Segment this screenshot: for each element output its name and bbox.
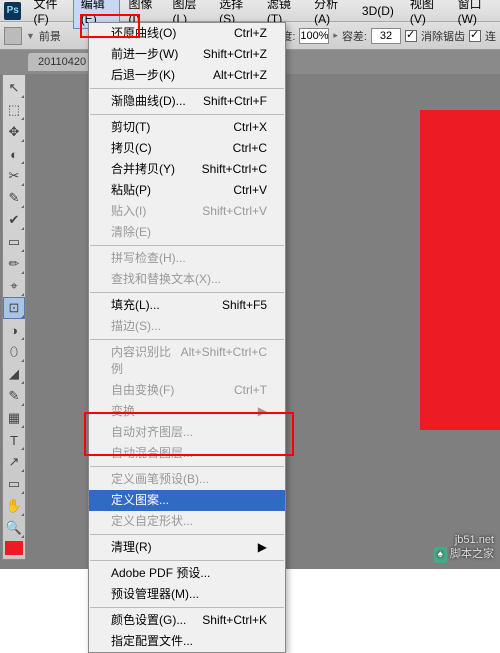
menu-item: 贴入(I)Shift+Ctrl+V: [89, 201, 285, 222]
toolbox: ↖⬚✥◐✂✎✔▭✏⌖⊡◑⬯◢✎▦T↗▭✋🔍: [2, 74, 26, 560]
menu-item: 内容识别比例Alt+Shift+Ctrl+C: [89, 342, 285, 380]
menu-item[interactable]: 填充(L)...Shift+F5: [89, 295, 285, 316]
menu-item: 自动对齐图层...: [89, 422, 285, 443]
menu-item[interactable]: 颜色设置(G)...Shift+Ctrl+K: [89, 610, 285, 631]
menu-item[interactable]: 合并拷贝(Y)Shift+Ctrl+C: [89, 159, 285, 180]
menu-item: 定义画笔预设(B)...: [89, 469, 285, 490]
menu-item: 定义自定形状...: [89, 511, 285, 532]
watermark: jb51.net ♠ 脚本之家: [434, 533, 494, 563]
menu-item[interactable]: 指定配置文件...: [89, 631, 285, 652]
menu-item[interactable]: 前进一步(W)Shift+Ctrl+Z: [89, 44, 285, 65]
chevron-right-icon[interactable]: ▸: [333, 30, 338, 41]
canvas[interactable]: [420, 110, 500, 430]
menu-item: 自动混合图层...: [89, 443, 285, 464]
menu-item[interactable]: Adobe PDF 预设...: [89, 563, 285, 584]
menu-item: 变换▶: [89, 401, 285, 422]
menu-3d[interactable]: 3D(D): [354, 1, 402, 21]
contiguous-checkbox[interactable]: [469, 30, 481, 42]
app-icon: Ps: [4, 2, 21, 20]
antialias-label: 消除锯齿: [421, 28, 465, 44]
edit-menu-dropdown: 还原曲线(O)Ctrl+Z前进一步(W)Shift+Ctrl+Z后退一步(K)A…: [88, 22, 286, 653]
menu-item[interactable]: 清理(R)▶: [89, 537, 285, 558]
watermark-site: jb51.net: [455, 534, 494, 546]
menu-item[interactable]: 拷贝(C)Ctrl+C: [89, 138, 285, 159]
dropdown-arrow-icon[interactable]: ▼: [26, 31, 35, 41]
foreground-label: 前景: [39, 28, 61, 44]
tolerance-label: 容差:: [342, 28, 367, 44]
menu-analysis[interactable]: 分析(A): [306, 0, 354, 29]
foreground-color-swatch[interactable]: [5, 541, 23, 555]
menu-window[interactable]: 窗口(W): [450, 0, 500, 29]
menubar: Ps 文件(F) 编辑(E) 图像(I) 图层(L) 选择(S) 滤镜(T) 分…: [0, 0, 500, 22]
contiguous-label: 连: [485, 28, 496, 44]
menu-item[interactable]: 剪切(T)Ctrl+X: [89, 117, 285, 138]
menu-item[interactable]: 定义图案...: [89, 490, 285, 511]
menu-item: 查找和替换文本(X)...: [89, 269, 285, 290]
menu-item[interactable]: 后退一步(K)Alt+Ctrl+Z: [89, 65, 285, 86]
menu-item: 拼写检查(H)...: [89, 248, 285, 269]
opacity-input[interactable]: [299, 28, 329, 44]
menu-item[interactable]: 还原曲线(O)Ctrl+Z: [89, 23, 285, 44]
menu-item: 自由变换(F)Ctrl+T: [89, 380, 285, 401]
menu-view[interactable]: 视图(V): [402, 0, 450, 29]
menu-item: 清除(E): [89, 222, 285, 243]
document-tab[interactable]: 20110420: [28, 53, 96, 71]
menu-file[interactable]: 文件(F): [25, 0, 72, 29]
tool-preset-icon[interactable]: [4, 27, 22, 45]
antialias-checkbox[interactable]: [405, 30, 417, 42]
menu-item[interactable]: 粘贴(P)Ctrl+V: [89, 180, 285, 201]
menu-item: 描边(S)...: [89, 316, 285, 337]
menu-item[interactable]: 预设管理器(M)...: [89, 584, 285, 605]
watermark-logo-icon: ♠: [434, 547, 447, 563]
menu-item[interactable]: 渐隐曲线(D)...Shift+Ctrl+F: [89, 91, 285, 112]
watermark-brand: 脚本之家: [450, 548, 494, 560]
tolerance-input[interactable]: [371, 28, 401, 44]
